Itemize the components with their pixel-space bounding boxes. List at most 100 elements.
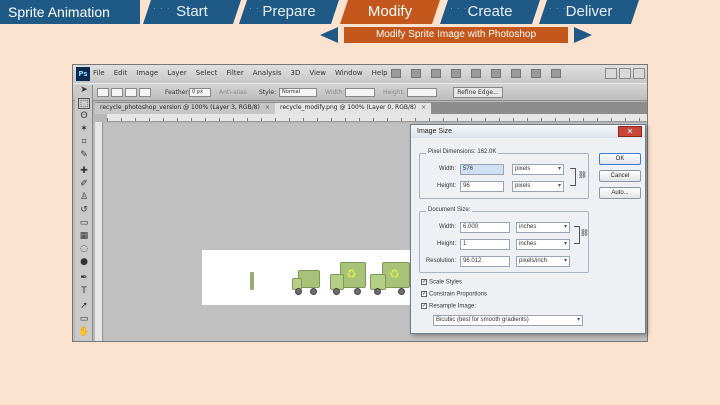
tab-document-1-label: recycle_photoshop_version @ 100% (Layer …	[100, 104, 260, 111]
feather-input[interactable]: 0 px	[189, 88, 211, 97]
menu-help[interactable]: Help	[372, 69, 388, 77]
tab-prepare-label: Prepare	[262, 3, 316, 20]
menu-window[interactable]: Window	[335, 69, 363, 77]
doc-height-unit-select[interactable]: inches	[516, 239, 570, 250]
doc-height-input[interactable]: 1	[460, 239, 510, 250]
crop-icon[interactable]: ⌗	[78, 137, 90, 148]
close-window-icon[interactable]	[633, 68, 645, 79]
pixel-width-unit-select[interactable]: pixels	[512, 164, 564, 175]
lasso-icon[interactable]: ʘ	[78, 111, 90, 122]
refine-edge-button[interactable]: Refine Edge...	[453, 87, 503, 98]
tab-modify[interactable]: Modify	[340, 0, 440, 24]
menu-view[interactable]: View	[309, 69, 326, 77]
dodge-icon[interactable]: ●	[78, 257, 90, 268]
width-input[interactable]	[345, 88, 375, 97]
slide-subtitle: Modify Sprite Image with Photoshop	[344, 27, 568, 43]
move-icon[interactable]: ➤	[78, 85, 90, 96]
previous-arrow-icon[interactable]	[320, 27, 338, 43]
doc-height-label: Height:	[436, 241, 456, 247]
pixel-height-input[interactable]: 96	[460, 181, 504, 192]
menu-3d[interactable]: 3D	[291, 69, 301, 77]
constrain-proportions-label: Constrain Proportions	[429, 291, 488, 298]
bridge-icon[interactable]	[391, 69, 401, 78]
view-extras-icon[interactable]	[431, 69, 441, 78]
wheel-icon	[333, 288, 340, 295]
window-controls	[605, 68, 645, 79]
zoom-level-icon[interactable]	[451, 69, 461, 78]
healing-icon[interactable]: ✚	[78, 166, 90, 177]
style-select[interactable]: Normal	[279, 88, 317, 97]
tab-document-1[interactable]: recycle_photoshop_version @ 100% (Layer …	[95, 103, 275, 114]
tab-start[interactable]: · · · Start	[143, 0, 241, 24]
sprite-frame-2	[292, 268, 322, 298]
intersect-selection-icon[interactable]	[139, 88, 151, 97]
recycle-icon: ♻	[346, 267, 357, 281]
next-arrow-icon[interactable]	[574, 27, 592, 43]
close-tab-icon[interactable]: ×	[265, 104, 270, 111]
brush-icon[interactable]: ✐	[78, 179, 90, 190]
pixel-height-unit-select[interactable]: pixels	[512, 181, 564, 192]
sprite-canvas[interactable]: ♻ ♻	[202, 250, 442, 305]
eraser-icon[interactable]: ▭	[78, 218, 90, 229]
constrain-proportions-checkbox[interactable]: ✓ Constrain Proportions	[421, 291, 487, 298]
gradient-icon[interactable]: ▦	[78, 231, 90, 242]
auto-button[interactable]: Auto...	[599, 187, 641, 199]
hand-tool-icon[interactable]	[471, 69, 481, 78]
doc-width-label: Width:	[438, 224, 456, 230]
menu-filter[interactable]: Filter	[226, 69, 243, 77]
maximize-icon[interactable]	[619, 68, 631, 79]
subtract-selection-icon[interactable]	[125, 88, 137, 97]
path-selection-icon[interactable]: ➚	[78, 301, 90, 312]
close-icon[interactable]: ✕	[618, 126, 642, 137]
top-navigation: Sprite Animation · · · Start · · · Prepare…	[0, 0, 720, 24]
document-size-group: Document Size: Width: 6.000 inches Heigh…	[419, 207, 589, 273]
menu-image[interactable]: Image	[136, 69, 158, 77]
hand-icon[interactable]: ✋	[78, 327, 90, 338]
tab-prepare[interactable]: · · · Prepare	[239, 0, 339, 24]
rotate-view-icon[interactable]	[511, 69, 521, 78]
doc-width-unit-select[interactable]: inches	[516, 222, 570, 233]
photoshop-logo-icon: Ps	[76, 67, 90, 81]
wheel-icon	[374, 288, 381, 295]
scale-styles-checkbox[interactable]: ✓ Scale Styles	[421, 279, 462, 286]
height-input[interactable]	[407, 88, 437, 97]
menu-select[interactable]: Select	[196, 69, 218, 77]
pen-icon[interactable]: ✒	[78, 273, 90, 284]
resample-method-select[interactable]: Bicubic (best for smooth gradients)	[433, 315, 583, 326]
blur-icon[interactable]: ◌	[78, 244, 90, 255]
resolution-unit-select[interactable]: pixels/inch	[516, 256, 570, 267]
doc-width-input[interactable]: 6.000	[460, 222, 510, 233]
resolution-input[interactable]: 96.012	[460, 256, 510, 267]
magic-wand-icon[interactable]: ✶	[78, 124, 90, 135]
ok-button[interactable]: OK	[599, 153, 641, 165]
tab-start-label: Start	[176, 3, 208, 20]
zoom-tool-icon[interactable]	[491, 69, 501, 78]
menu-analysis[interactable]: Analysis	[253, 69, 282, 77]
stamp-icon[interactable]: ♙	[78, 192, 90, 203]
menu-file[interactable]: File	[93, 69, 105, 77]
resample-image-checkbox[interactable]: ✓ Resample Image:	[421, 303, 476, 310]
antialias-label[interactable]: Anti-alias	[219, 89, 247, 96]
wheel-icon	[310, 288, 317, 295]
tab-deliver[interactable]: · · · Deliver	[539, 0, 639, 24]
new-selection-icon[interactable]	[97, 88, 109, 97]
menu-layer[interactable]: Layer	[167, 69, 187, 77]
history-brush-icon[interactable]: ↺	[78, 205, 90, 216]
minibridge-icon[interactable]	[411, 69, 421, 78]
screen-mode-icon[interactable]	[551, 69, 561, 78]
tab-document-2[interactable]: recycle_modify.png @ 100% (Layer 0, RGB/…	[275, 103, 432, 114]
menu-edit[interactable]: Edit	[114, 69, 128, 77]
add-selection-icon[interactable]	[111, 88, 123, 97]
pixel-width-input[interactable]: 576	[460, 164, 504, 175]
type-icon[interactable]: T	[78, 286, 90, 297]
cancel-button[interactable]: Cancel	[599, 170, 641, 182]
shape-icon[interactable]: ▭	[78, 314, 90, 325]
close-tab-icon[interactable]: ×	[421, 104, 426, 111]
tab-create[interactable]: · · · Create	[440, 0, 540, 24]
arrange-documents-icon[interactable]	[531, 69, 541, 78]
eyedropper-icon[interactable]: ✎	[78, 150, 90, 161]
resample-image-label: Resample Image:	[429, 303, 477, 310]
minimize-icon[interactable]	[605, 68, 617, 79]
style-label: Style:	[259, 89, 277, 96]
marquee-icon[interactable]: ⬚	[78, 98, 90, 109]
